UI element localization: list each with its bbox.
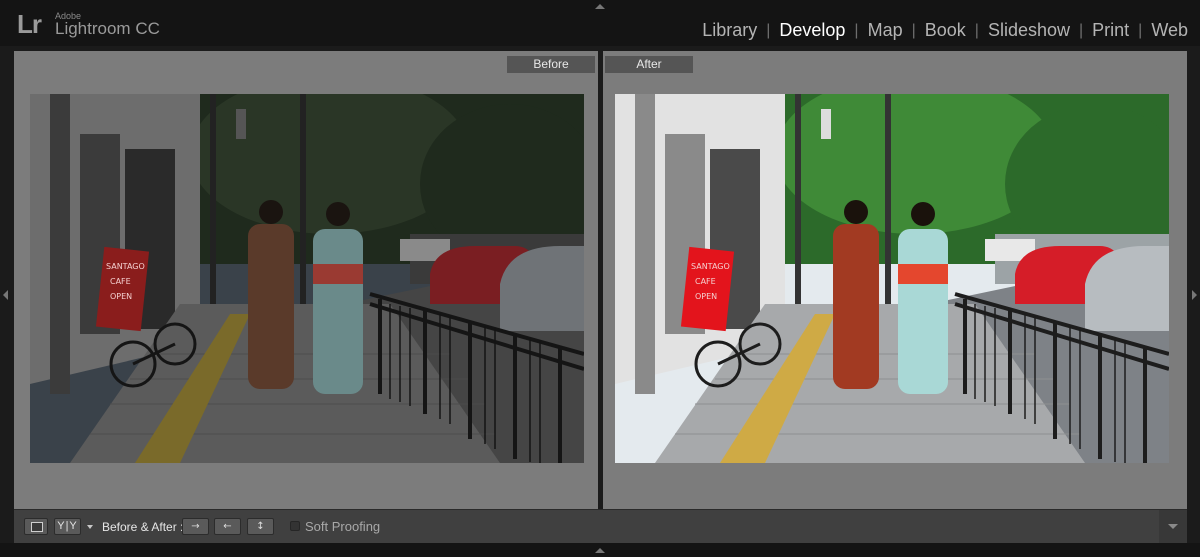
module-print[interactable]: Print [1090,20,1131,41]
loupe-view-button[interactable] [24,518,48,535]
top-bar: Lr Adobe Lightroom CC Library | Develop | Ma… [0,0,1200,46]
main-area: Before SANTAGO CAFE OPEN After SANTAGO C… [0,46,1200,509]
before-label: Before [507,56,595,73]
soft-proofing-label: Soft Proofing [305,519,381,534]
before-after-label: Before & After : [102,520,184,534]
module-picker: Library | Develop | Map | Book | Slideshow | Print… [700,20,1190,41]
arrow-left-icon: ← [223,521,232,532]
sign-text-3: OPEN [695,292,717,301]
collapse-left-panel-arrow-icon[interactable] [3,290,8,300]
collapse-top-panel-arrow-icon[interactable] [595,4,605,9]
before-after-view-button[interactable]: Y|Y [54,518,81,535]
module-separator: | [1078,21,1084,39]
after-label: After [605,56,693,73]
module-develop[interactable]: Develop [777,20,847,41]
lightroom-logo: Lr [17,9,42,39]
bottom-strip [0,543,1200,557]
copy-before-to-after-button[interactable]: → [182,518,209,535]
sign-text-2: CAFE [110,277,131,286]
module-map[interactable]: Map [866,20,905,41]
module-separator: | [911,21,916,39]
swap-before-after-button[interactable]: ↕ [247,518,274,535]
module-separator: | [854,21,859,39]
copy-after-to-before-button[interactable]: ← [214,518,241,535]
soft-proofing-checkbox[interactable] [290,521,300,531]
before-pane: Before SANTAGO CAFE OPEN [14,51,598,509]
collapse-right-panel-arrow-icon[interactable] [1192,290,1197,300]
swap-icon: ↕ [256,521,265,532]
sign-text-1: SANTAGO [691,262,730,271]
view-mode-dropdown-icon[interactable] [87,525,93,529]
module-separator: | [1138,21,1143,39]
before-photo[interactable]: SANTAGO CAFE OPEN [30,94,584,463]
after-photo[interactable]: SANTAGO CAFE OPEN [615,94,1169,463]
sign-text-2: CAFE [695,277,716,286]
module-slideshow[interactable]: Slideshow [986,20,1072,41]
after-pane: After SANTAGO CAFE OPEN [603,51,1187,509]
module-separator: | [974,21,979,39]
sign-text-3: OPEN [110,292,132,301]
lightroom-window: Lr Adobe Lightroom CC Library | Develop | Ma… [0,0,1200,557]
develop-toolbar: Y|Y Before & After : → ← ↕ Soft Proofing [14,509,1187,543]
module-web[interactable]: Web [1149,20,1190,41]
arrow-right-icon: → [191,521,200,532]
module-separator: | [766,21,771,39]
brand-product-name: Lightroom CC [55,19,160,38]
module-library[interactable]: Library [700,20,759,41]
collapse-filmstrip-arrow-icon[interactable] [595,548,605,553]
module-book[interactable]: Book [923,20,968,41]
toolbar-options-dropdown-icon[interactable] [1159,510,1187,543]
sign-text-1: SANTAGO [106,262,145,271]
